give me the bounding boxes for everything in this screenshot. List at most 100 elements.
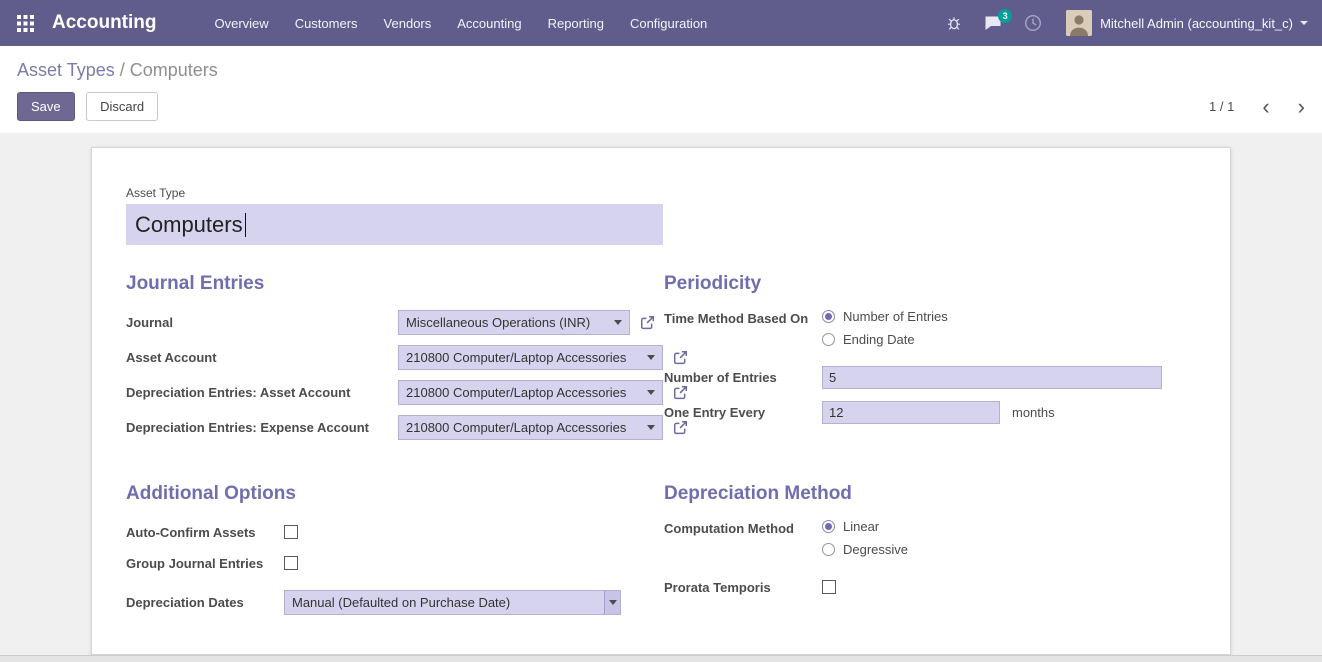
field-number-of-entries: Number of Entries xyxy=(664,364,1198,390)
activities-button[interactable] xyxy=(1024,14,1042,32)
pager: 1 / 1 ‹ › xyxy=(1209,99,1305,115)
field-depreciation-asset-account: Depreciation Entries: Asset Account 2108… xyxy=(126,379,664,405)
field-label: Prorata Temporis xyxy=(664,578,822,597)
chevron-down-icon xyxy=(614,320,622,325)
field-one-entry-every: One Entry Every months xyxy=(664,399,1198,425)
asset-account-select[interactable]: 210800 Computer/Laptop Accessories xyxy=(398,345,663,370)
window-bottom-edge xyxy=(0,655,1322,662)
field-label: Auto-Confirm Assets xyxy=(126,523,284,542)
messages-button[interactable]: 3 xyxy=(984,15,1002,31)
breadcrumb: Asset Types/Computers xyxy=(17,58,1305,82)
journal-select[interactable]: Miscellaneous Operations (INR) xyxy=(398,310,630,335)
chevron-right-icon[interactable]: › xyxy=(1298,99,1305,115)
group-title: Periodicity xyxy=(664,273,1198,295)
radio-linear[interactable]: Linear xyxy=(822,519,908,534)
user-menu[interactable]: Mitchell Admin (accounting_kit_c) xyxy=(1066,10,1308,36)
form-grid: Journal Entries Journal Miscellaneous Op… xyxy=(126,273,1196,624)
pager-value: 1 / 1 xyxy=(1209,99,1234,114)
navbar-systray: 3 Mitchell Admin (accounting_kit_c) xyxy=(924,10,1308,36)
form-sheet: Asset Type Computers Journal Entries Jou… xyxy=(91,147,1231,655)
asset-type-label: Asset Type xyxy=(126,186,1196,200)
menu-configuration[interactable]: Configuration xyxy=(630,16,707,31)
radio-number-of-entries[interactable]: Number of Entries xyxy=(822,309,948,324)
field-label: Depreciation Entries: Expense Account xyxy=(126,418,398,437)
menu-overview[interactable]: Overview xyxy=(215,16,269,31)
breadcrumb-asset-types[interactable]: Asset Types xyxy=(17,60,115,80)
breadcrumb-current: Computers xyxy=(130,60,218,80)
debug-button[interactable] xyxy=(946,15,962,31)
content-area: Asset Type Computers Journal Entries Jou… xyxy=(0,133,1322,655)
group-title: Journal Entries xyxy=(126,273,664,295)
apps-menu-icon[interactable] xyxy=(14,12,36,34)
chevron-down-icon xyxy=(1300,21,1308,25)
computation-method-radio-group: Linear Degressive xyxy=(822,519,908,565)
radio-dot xyxy=(822,333,835,346)
save-button[interactable]: Save xyxy=(17,92,75,121)
menu-vendors[interactable]: Vendors xyxy=(384,16,432,31)
action-buttons: Save Discard xyxy=(17,92,158,121)
app-name[interactable]: Accounting xyxy=(52,12,157,34)
select-arrow-box xyxy=(604,591,620,614)
field-label: Time Method Based On xyxy=(664,309,822,328)
text-cursor xyxy=(245,213,246,237)
field-depreciation-dates: Depreciation Dates Manual (Defaulted on … xyxy=(126,589,664,615)
chevron-down-icon xyxy=(647,425,655,430)
field-label: Depreciation Dates xyxy=(126,593,284,612)
menu-accounting[interactable]: Accounting xyxy=(457,16,521,31)
breadcrumb-separator: / xyxy=(120,60,125,80)
field-journal: Journal Miscellaneous Operations (INR) xyxy=(126,309,664,335)
user-name: Mitchell Admin (accounting_kit_c) xyxy=(1100,16,1293,31)
menu-reporting[interactable]: Reporting xyxy=(548,16,604,31)
chevron-left-icon[interactable]: ‹ xyxy=(1262,99,1269,115)
field-time-method: Time Method Based On Number of Entries E… xyxy=(664,309,1198,355)
chevron-down-icon xyxy=(647,355,655,360)
messages-badge: 3 xyxy=(998,9,1012,23)
field-label: Asset Account xyxy=(126,348,398,367)
time-method-radio-group: Number of Entries Ending Date xyxy=(822,309,948,355)
external-link-icon[interactable] xyxy=(640,315,655,330)
group-title: Depreciation Method xyxy=(664,483,1198,505)
radio-dot xyxy=(822,520,835,533)
clock-icon xyxy=(1024,14,1042,32)
group-additional-options: Additional Options Auto-Confirm Assets G… xyxy=(126,483,664,624)
radio-dot xyxy=(822,310,835,323)
field-computation-method: Computation Method Linear Degressive xyxy=(664,519,1198,565)
prorata-temporis-checkbox[interactable] xyxy=(822,580,836,594)
depreciation-asset-account-select[interactable]: 210800 Computer/Laptop Accessories xyxy=(398,380,663,405)
control-panel-actions: Save Discard 1 / 1 ‹ › xyxy=(17,92,1305,121)
auto-confirm-checkbox[interactable] xyxy=(284,525,298,539)
field-label: Computation Method xyxy=(664,519,822,538)
asset-type-value: Computers xyxy=(135,212,243,238)
group-journal-checkbox[interactable] xyxy=(284,556,298,570)
radio-ending-date[interactable]: Ending Date xyxy=(822,332,948,347)
top-navbar: Accounting Overview Customers Vendors Ac… xyxy=(0,0,1322,46)
grid-icon xyxy=(17,15,34,32)
field-label: Group Journal Entries xyxy=(126,554,284,573)
field-auto-confirm: Auto-Confirm Assets xyxy=(126,519,664,545)
chevron-down-icon xyxy=(647,390,655,395)
asset-type-input[interactable]: Computers xyxy=(126,204,663,245)
main-menu: Overview Customers Vendors Accounting Re… xyxy=(215,16,734,31)
field-asset-account: Asset Account 210800 Computer/Laptop Acc… xyxy=(126,344,664,370)
radio-degressive[interactable]: Degressive xyxy=(822,542,908,557)
asset-type-field: Asset Type Computers xyxy=(126,186,1196,245)
chevron-down-icon xyxy=(609,600,617,605)
bug-icon xyxy=(946,15,962,31)
discard-button[interactable]: Discard xyxy=(86,92,158,121)
one-entry-every-input[interactable] xyxy=(822,401,1000,424)
field-prorata-temporis: Prorata Temporis xyxy=(664,574,1198,600)
group-depreciation-method: Depreciation Method Computation Method L… xyxy=(664,483,1198,624)
depreciation-dates-select[interactable]: Manual (Defaulted on Purchase Date) xyxy=(284,590,621,615)
group-journal-entries: Journal Entries Journal Miscellaneous Op… xyxy=(126,273,664,449)
avatar xyxy=(1066,10,1092,36)
menu-customers[interactable]: Customers xyxy=(295,16,358,31)
group-title: Additional Options xyxy=(126,483,664,505)
radio-dot xyxy=(822,543,835,556)
depreciation-expense-account-select[interactable]: 210800 Computer/Laptop Accessories xyxy=(398,415,663,440)
field-depreciation-expense-account: Depreciation Entries: Expense Account 21… xyxy=(126,414,664,440)
number-of-entries-input[interactable] xyxy=(822,366,1162,389)
months-suffix: months xyxy=(1012,405,1055,420)
control-panel: Asset Types/Computers Save Discard 1 / 1… xyxy=(0,46,1322,133)
field-label: Journal xyxy=(126,313,398,332)
group-periodicity: Periodicity Time Method Based On Number … xyxy=(664,273,1198,449)
